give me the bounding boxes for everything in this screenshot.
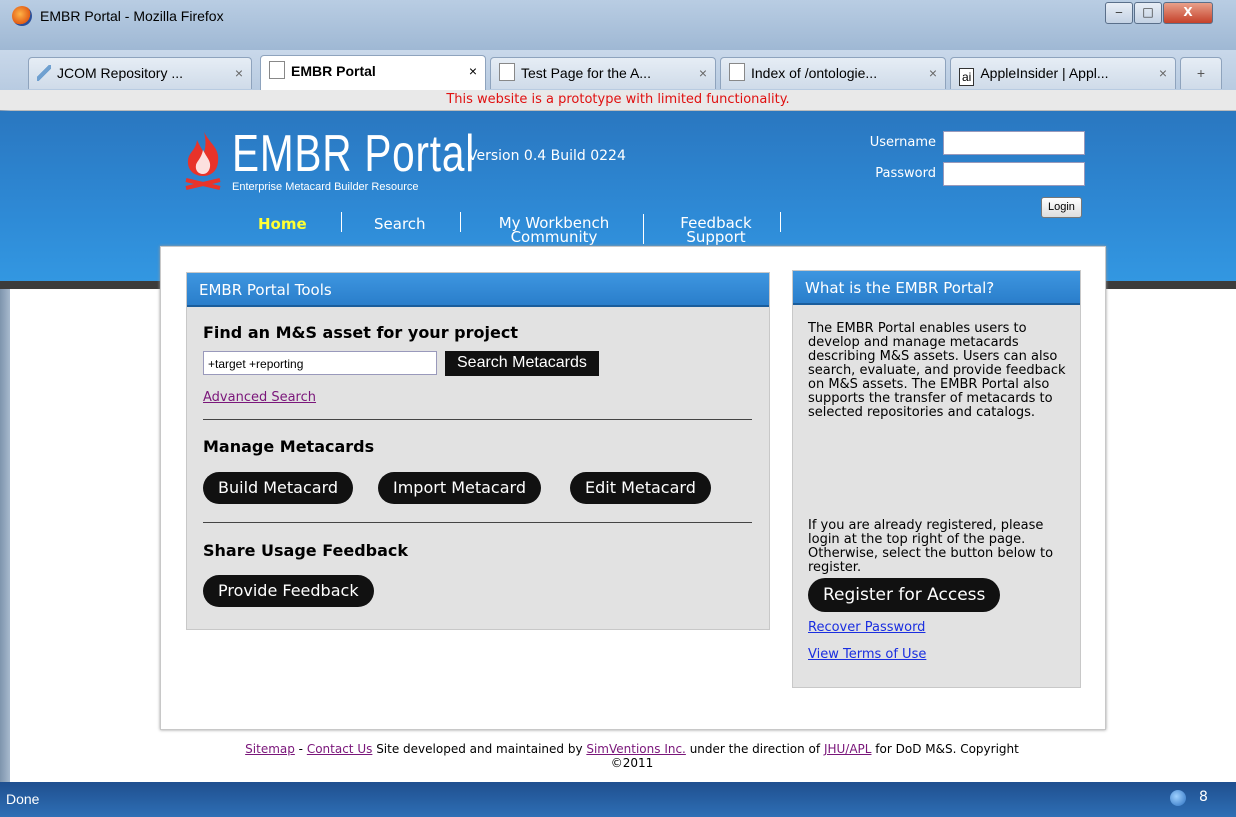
register-for-access-button[interactable]: Register for Access [808, 578, 1001, 612]
tab-label: Test Page for the A... [521, 65, 651, 81]
site-footer: Sitemap - Contact Us Site developed and … [160, 742, 1104, 770]
edit-metacard-button[interactable]: Edit Metacard [570, 472, 711, 504]
register-instructions: If you are already registered, please lo… [808, 518, 1054, 575]
build-metacard-button[interactable]: Build Metacard [203, 472, 354, 504]
appleinsider-icon: ai [959, 68, 975, 86]
maximize-button[interactable]: □ [1134, 2, 1162, 24]
tab-embr-portal[interactable]: EMBR Portal × [260, 55, 486, 91]
footer-text: for DoD M&S. Copyright [871, 742, 1019, 756]
tab-label: AppleInsider | Appl... [980, 65, 1109, 81]
about-panel-title: What is the EMBR Portal? [793, 271, 1080, 305]
provide-feedback-button[interactable]: Provide Feedback [203, 575, 374, 607]
copyright-text: ©2011 [610, 756, 654, 770]
nav-separator [341, 212, 342, 232]
recover-password-link[interactable]: Recover Password [808, 620, 925, 635]
login-button[interactable]: Login [1041, 197, 1082, 218]
username-label: Username [869, 135, 936, 150]
jhuapl-link[interactable]: JHU/APL [824, 742, 872, 756]
find-asset-heading: Find an M&S asset for your project [203, 323, 518, 342]
tools-panel-title: EMBR Portal Tools [187, 273, 769, 307]
tray-count: 8 [1199, 789, 1208, 805]
import-metacard-button[interactable]: Import Metacard [378, 472, 541, 504]
status-text: Done [6, 791, 40, 807]
advanced-search-link[interactable]: Advanced Search [203, 390, 316, 405]
divider [203, 522, 752, 523]
sitemap-link[interactable]: Sitemap [245, 742, 295, 756]
tab-label: Index of /ontologie... [751, 65, 878, 81]
page-icon [269, 61, 285, 79]
share-feedback-heading: Share Usage Feedback [203, 541, 409, 560]
minimize-button[interactable]: ‒ [1105, 2, 1133, 24]
contact-us-link[interactable]: Contact Us [307, 742, 373, 756]
terms-of-use-link[interactable]: View Terms of Use [808, 647, 926, 662]
password-input[interactable] [943, 162, 1085, 186]
manage-metacards-heading: Manage Metacards [203, 437, 375, 456]
firefox-icon [12, 6, 32, 26]
username-input[interactable] [943, 131, 1085, 155]
nav-feedback[interactable]: Feedback Support [674, 216, 758, 246]
nav-separator [780, 212, 781, 232]
prototype-notice: This website is a prototype with limited… [0, 90, 1236, 111]
tab-label: EMBR Portal [291, 63, 376, 79]
tab-close-icon[interactable]: × [699, 58, 707, 88]
status-bar [0, 782, 1236, 817]
close-window-button[interactable]: X [1163, 2, 1213, 24]
nav-community-label: Community [510, 228, 598, 246]
new-tab-button[interactable]: + [1180, 57, 1222, 89]
tab-appleinsider[interactable]: ai AppleInsider | Appl... × [950, 57, 1176, 89]
tab-label: JCOM Repository ... [57, 65, 184, 81]
version-label: Version 0.4 Build 0224 [468, 148, 626, 164]
tab-jcom-repository[interactable]: JCOM Repository ... × [28, 57, 252, 89]
tab-close-icon[interactable]: × [1159, 58, 1167, 88]
simventions-link[interactable]: SimVentions Inc. [586, 742, 686, 756]
tab-test-page[interactable]: Test Page for the A... × [490, 57, 716, 89]
footer-text: - [294, 742, 307, 756]
flame-logo-icon [185, 132, 221, 190]
about-paragraph: The EMBR Portal enables users to develop… [808, 321, 1066, 420]
nav-separator [643, 214, 644, 244]
password-label: Password [875, 166, 936, 181]
search-input[interactable]: +target +reporting [203, 351, 437, 375]
nav-my-workbench[interactable]: My Workbench Community [492, 216, 616, 246]
nav-separator [460, 212, 461, 232]
divider [203, 419, 752, 420]
nav-home[interactable]: Home [258, 217, 307, 232]
network-tray-icon[interactable] [1170, 790, 1186, 806]
nav-search[interactable]: Search [374, 217, 426, 232]
footer-text: under the direction of [685, 742, 824, 756]
page-icon [729, 63, 745, 81]
tab-close-icon[interactable]: × [469, 56, 477, 86]
tab-index-ontologies[interactable]: Index of /ontologie... × [720, 57, 946, 89]
logo-title: EMBR Portal [232, 125, 475, 183]
window-title: EMBR Portal - Mozilla Firefox [40, 8, 224, 24]
page-icon [499, 63, 515, 81]
logo-subtitle: Enterprise Metacard Builder Resource [232, 181, 419, 193]
footer-text: Site developed and maintained by [372, 742, 587, 756]
search-metacards-button[interactable]: Search Metacards [445, 351, 599, 376]
satellite-icon [37, 65, 51, 81]
tab-close-icon[interactable]: × [929, 58, 937, 88]
tab-close-icon[interactable]: × [235, 58, 243, 88]
nav-support-label: Support [686, 228, 746, 246]
